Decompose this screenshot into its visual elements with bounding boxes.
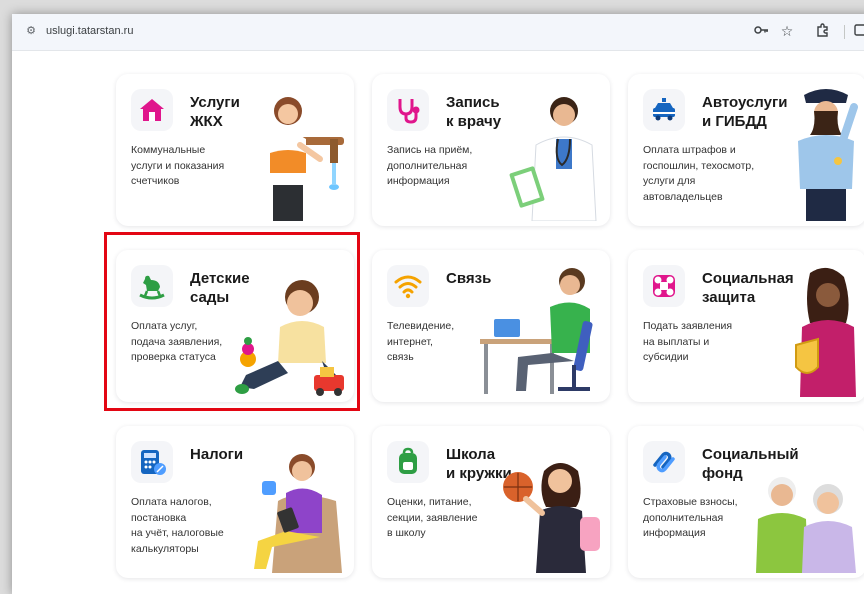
woman-faucet-illustration — [260, 89, 350, 226]
star-icon[interactable]: ☆ — [778, 22, 796, 40]
card-description: Страховые взносы, дополнительная информа… — [643, 496, 738, 539]
card-title: Автоуслуги и ГИБДД — [702, 94, 788, 130]
card-description: Коммунальные услуги и показания счетчико… — [131, 144, 225, 187]
address-bar[interactable]: ⚙ uslugi.tatarstan.ru ☆ — [12, 14, 864, 51]
extensions-icon[interactable] — [814, 22, 832, 40]
wifi-icon — [387, 265, 429, 307]
card-description: Подать заявления на выплаты и субсидии — [643, 320, 733, 363]
house-icon — [131, 89, 173, 131]
card-doctor[interactable]: Запись к врачу Запись на приём, дополнит… — [372, 74, 610, 226]
man-armchair-tablet-illustration — [238, 441, 350, 578]
police-car-icon — [643, 89, 685, 131]
elderly-couple-illustration — [742, 469, 862, 578]
card-communication[interactable]: Связь Телевидение, интернет, связь — [372, 250, 610, 402]
stethoscope-icon — [387, 89, 429, 131]
card-description: Оплата штрафов и госпошлин, техосмотр, у… — [643, 144, 755, 203]
social-fund-icon — [643, 441, 685, 483]
browser-window: ⚙ uslugi.tatarstan.ru ☆ Услуги ЖКХ Комму… — [12, 14, 864, 594]
card-description: Телевидение, интернет, связь — [387, 320, 455, 363]
card-title: Запись к врачу — [446, 94, 502, 130]
woman-shield-illustration — [782, 263, 862, 402]
card-description: Оплата налогов, постановка на учёт, нало… — [131, 496, 224, 555]
card-gibdd[interactable]: Автоуслуги и ГИБДД Оплата штрафов и госп… — [628, 74, 864, 226]
card-description: Оценки, питание, секции, заявление в шко… — [387, 496, 478, 539]
card-school[interactable]: Школа и кружки Оценки, питание, секции, … — [372, 426, 610, 578]
man-desk-phone-illustration — [478, 261, 606, 402]
card-description: Запись на приём, дополнительная информац… — [387, 144, 473, 187]
card-social-protection[interactable]: Социальная защита Подать заявления на вы… — [628, 250, 864, 402]
card-title: Услуги ЖКХ — [190, 94, 240, 130]
selection-highlight-frame — [104, 232, 360, 411]
backpack-icon — [387, 441, 429, 483]
calculator-icon — [131, 441, 173, 483]
card-zhkh[interactable]: Услуги ЖКХ Коммунальные услуги и показан… — [116, 74, 354, 226]
sidepanel-icon[interactable] — [852, 22, 864, 40]
url-text[interactable]: uslugi.tatarstan.ru — [46, 25, 133, 37]
schoolgirl-ball-illustration — [496, 443, 606, 578]
key-icon[interactable] — [752, 22, 770, 40]
card-social-fund[interactable]: Социальный фонд Страховые взносы, дополн… — [628, 426, 864, 578]
police-officer-illustration — [788, 81, 862, 226]
toolbar-separator — [844, 25, 845, 39]
tune-icon[interactable]: ⚙ — [24, 24, 38, 38]
doctor-illustration — [506, 89, 606, 226]
card-taxes[interactable]: Налоги Оплата налогов, постановка на учё… — [116, 426, 354, 578]
card-title: Налоги — [190, 446, 244, 463]
social-protection-icon — [643, 265, 685, 307]
card-title: Социальная защита — [702, 270, 794, 306]
